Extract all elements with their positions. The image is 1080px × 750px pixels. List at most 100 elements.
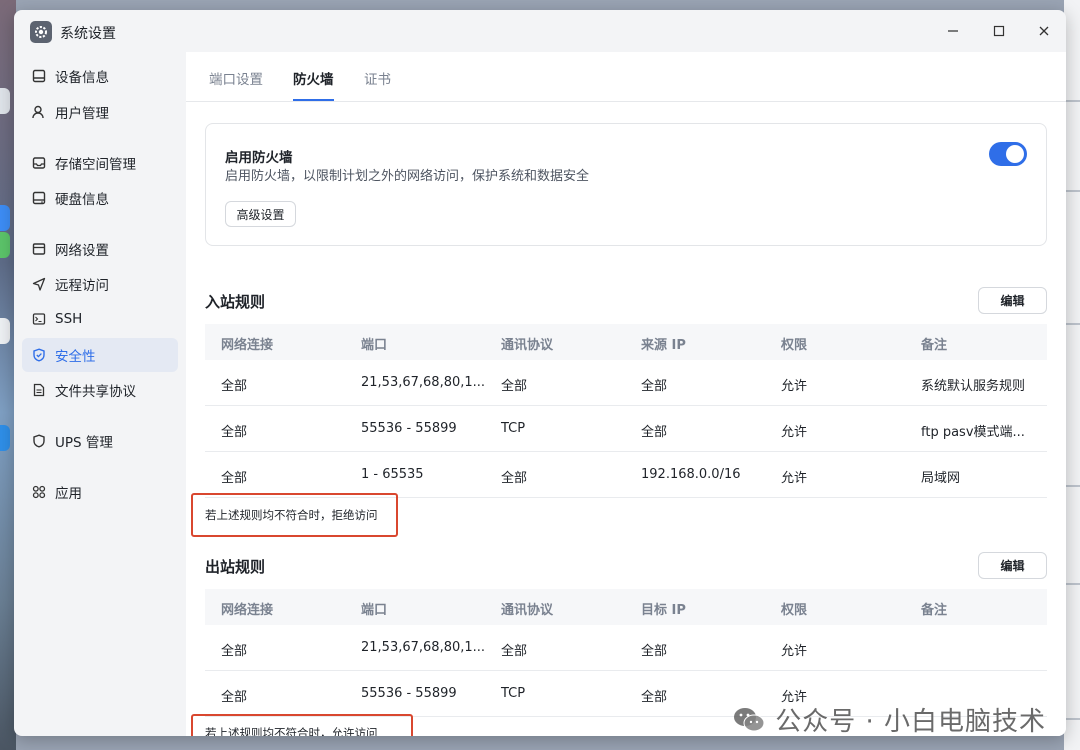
inbound-rules-title: 入站规则	[205, 293, 266, 311]
table-cell: 全部	[221, 690, 248, 705]
tab-certificate[interactable]: 证书	[364, 68, 391, 99]
column-header: 权限	[781, 338, 808, 353]
sidebar-item-label: 网络设置	[55, 243, 109, 259]
table-cell: 全部	[501, 471, 528, 486]
device-icon	[32, 69, 46, 83]
apps-icon	[32, 485, 46, 499]
table-row[interactable]: 全部 55536 - 55899 TCP 全部 允许 ftp pasv模式端..…	[205, 406, 1047, 452]
watermark-text: 公众号 · 小白电脑技术	[775, 707, 1046, 737]
column-header: 端口	[361, 338, 388, 353]
sidebar-item-label: 文件共享协议	[55, 384, 136, 400]
sidebar-item-ups[interactable]: UPS 管理	[22, 424, 178, 458]
firewall-card: 启用防火墙 启用防火墙，以限制计划之外的网络访问，保护系统和数据安全 高级设置	[205, 123, 1047, 246]
table-cell: TCP	[501, 686, 526, 701]
network-icon	[32, 242, 46, 256]
sidebar-item-label: 应用	[55, 486, 82, 502]
table-cell: 系统默认服务规则	[921, 379, 1026, 394]
table-cell: 全部	[641, 690, 668, 705]
table-cell: 全部	[221, 644, 248, 659]
table-cell: 局域网	[921, 471, 961, 486]
table-cell: 允许	[781, 425, 808, 440]
table-cell: ftp pasv模式端...	[921, 425, 1025, 440]
table-cell: 55536 - 55899	[361, 686, 457, 701]
column-header: 目标 IP	[641, 603, 686, 618]
minimize-icon[interactable]	[938, 18, 968, 44]
column-header: 备注	[921, 603, 948, 618]
sidebar-item-label: SSH	[55, 311, 83, 327]
column-header: 通讯协议	[501, 603, 554, 618]
outbound-rules-title: 出站规则	[205, 558, 266, 576]
sidebar-item-file-share[interactable]: 文件共享协议	[22, 373, 178, 407]
table-row[interactable]: 全部 21,53,67,68,80,1... 全部 全部 允许 系统默认服务规则	[205, 360, 1047, 406]
table-cell: 21,53,67,68,80,1...	[361, 375, 486, 390]
desktop-app-icon	[0, 232, 10, 258]
sidebar-item-remote-access[interactable]: 远程访问	[22, 267, 178, 301]
sidebar-item-device-info[interactable]: 设备信息	[22, 59, 178, 93]
title-bar[interactable]: 系统设置	[14, 10, 1066, 52]
desktop-app-icon	[0, 205, 10, 231]
wechat-icon	[733, 706, 765, 734]
close-icon[interactable]	[1029, 18, 1059, 44]
table-cell: 全部	[501, 644, 528, 659]
storage-icon	[32, 156, 46, 170]
window-title: 系统设置	[60, 26, 116, 42]
column-header: 网络连接	[221, 603, 274, 618]
sidebar-item-disk-info[interactable]: 硬盘信息	[22, 181, 178, 215]
firewall-title: 启用防火墙	[225, 150, 293, 166]
table-cell: 允许	[781, 644, 808, 659]
sidebar-item-label: UPS 管理	[55, 435, 113, 451]
terminal-icon	[32, 312, 46, 326]
table-header: 网络连接 端口 通讯协议 目标 IP 权限 备注	[205, 589, 1047, 625]
column-header: 来源 IP	[641, 338, 686, 353]
sidebar-item-storage[interactable]: 存储空间管理	[22, 146, 178, 180]
highlight-box	[191, 493, 398, 537]
tab-bar: 端口设置 防火墙 证书	[186, 52, 1066, 102]
advanced-settings-button[interactable]: 高级设置	[225, 201, 296, 227]
column-header: 端口	[361, 603, 388, 618]
sidebar-item-label: 用户管理	[55, 106, 109, 122]
table-cell: 21,53,67,68,80,1...	[361, 640, 486, 655]
table-cell: 55536 - 55899	[361, 421, 457, 436]
table-cell: 允许	[781, 471, 808, 486]
table-cell: 全部	[221, 425, 248, 440]
ups-icon	[32, 434, 46, 448]
sidebar-item-ssh[interactable]: SSH	[22, 302, 178, 336]
sidebar-item-network[interactable]: 网络设置	[22, 232, 178, 266]
toggle-knob	[1006, 145, 1024, 163]
desktop-app-icon	[0, 88, 10, 114]
table-cell: 全部	[501, 379, 528, 394]
settings-gear-icon	[30, 21, 52, 43]
sidebar-item-apps[interactable]: 应用	[22, 475, 178, 509]
table-cell: TCP	[501, 421, 526, 436]
table-row[interactable]: 全部 1 - 65535 全部 192.168.0.0/16 允许 局域网	[205, 452, 1047, 498]
tab-port-settings[interactable]: 端口设置	[209, 68, 263, 99]
outbound-edit-button[interactable]: 编辑	[978, 552, 1047, 579]
inbound-rules-table: 网络连接 端口 通讯协议 来源 IP 权限 备注 全部 21,53,67,68,…	[205, 324, 1047, 498]
file-share-icon	[32, 383, 46, 397]
disk-icon	[32, 191, 46, 205]
shield-icon	[32, 348, 46, 362]
watermark: 公众号 · 小白电脑技术	[733, 701, 1046, 738]
sidebar-item-label: 设备信息	[55, 70, 109, 86]
sidebar-item-label: 硬盘信息	[55, 192, 109, 208]
table-cell: 192.168.0.0/16	[641, 467, 741, 482]
sidebar-item-security[interactable]: 安全性	[22, 338, 178, 372]
maximize-icon[interactable]	[984, 18, 1014, 44]
sidebar-item-label: 存储空间管理	[55, 157, 136, 173]
desktop-app-icon	[0, 425, 10, 451]
table-header: 网络连接 端口 通讯协议 来源 IP 权限 备注	[205, 324, 1047, 360]
firewall-description: 启用防火墙，以限制计划之外的网络访问，保护系统和数据安全	[225, 169, 590, 184]
sidebar-item-user-management[interactable]: 用户管理	[22, 95, 178, 129]
inbound-edit-button[interactable]: 编辑	[978, 287, 1047, 314]
table-cell: 全部	[641, 425, 668, 440]
tab-firewall[interactable]: 防火墙	[293, 68, 334, 101]
table-row[interactable]: 全部 21,53,67,68,80,1... 全部 全部 允许	[205, 625, 1047, 671]
main-panel: 端口设置 防火墙 证书 启用防火墙 启用防火墙，以限制计划之外的网络访问，保护系…	[186, 52, 1066, 736]
firewall-toggle[interactable]	[989, 142, 1027, 166]
desktop-app-icon	[0, 318, 10, 344]
table-cell: 1 - 65535	[361, 467, 424, 482]
user-icon	[32, 105, 46, 119]
outbound-rules-table: 网络连接 端口 通讯协议 目标 IP 权限 备注 全部 21,53,67,68,…	[205, 589, 1047, 717]
table-cell: 全部	[641, 379, 668, 394]
desktop-background-right	[1064, 0, 1080, 750]
